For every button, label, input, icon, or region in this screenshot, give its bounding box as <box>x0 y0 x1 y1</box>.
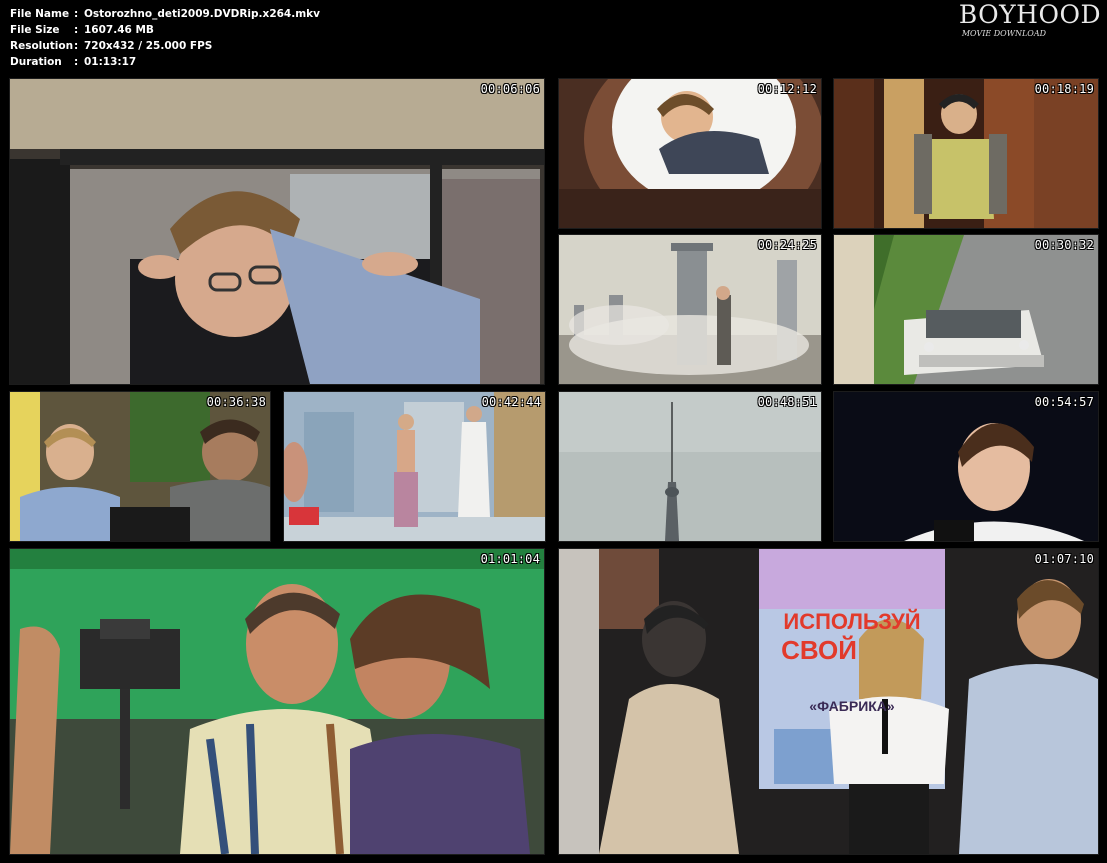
frame-image <box>10 79 544 384</box>
frame-image <box>559 392 821 541</box>
frame-image <box>559 235 821 384</box>
frame-image <box>834 235 1098 384</box>
timestamp: 00:48:51 <box>757 395 817 409</box>
poster-text-line3: «ФАБРИКА» <box>809 698 895 714</box>
timestamp: 00:42:44 <box>481 395 541 409</box>
header: File Name : Ostorozhno_deti2009.DVDRip.x… <box>0 0 1107 74</box>
thumbnail-frame-5[interactable]: 00:30:32 <box>833 234 1099 385</box>
timestamp: 00:06:06 <box>480 82 540 96</box>
frame-image <box>10 549 544 854</box>
poster-text-line2: СВОЙ <box>781 635 857 665</box>
info-value: 1607.46 MB <box>84 24 154 36</box>
logo-main-text: BOYHOOD <box>958 0 1101 29</box>
timestamp: 00:24:25 <box>757 238 817 252</box>
info-row-duration: Duration : 01:13:17 <box>10 54 320 70</box>
info-row-file-name: File Name : Ostorozhno_deti2009.DVDRip.x… <box>10 6 320 22</box>
info-value: Ostorozhno_deti2009.DVDRip.x264.mkv <box>84 8 320 20</box>
thumbnail-frame-1[interactable]: 00:06:06 <box>9 78 545 385</box>
info-label: File Name <box>10 8 70 20</box>
info-label: Resolution <box>10 40 74 52</box>
timestamp: 01:07:10 <box>1034 552 1094 566</box>
info-label: Duration <box>10 56 62 68</box>
thumbnail-frame-4[interactable]: 00:24:25 <box>558 234 822 385</box>
thumbnail-frame-3[interactable]: 00:18:19 <box>833 78 1099 229</box>
logo: BOYHOOD MOVIE DOWNLOAD <box>959 0 1101 38</box>
poster-text-line1: ИСПОЛЬЗУЙ <box>783 609 920 634</box>
timestamp: 00:54:57 <box>1034 395 1094 409</box>
thumbnail-frame-8[interactable]: 00:48:51 <box>558 391 822 542</box>
frame-image: ИСПОЛЬЗУЙ СВОЙ «ФАБРИКА» <box>559 549 1098 854</box>
frame-image <box>10 392 270 541</box>
frame-image <box>284 392 545 541</box>
info-row-resolution: Resolution : 720x432 / 25.000 FPS <box>10 38 320 54</box>
info-value: 720x432 / 25.000 FPS <box>84 40 213 52</box>
info-colon: : <box>74 56 79 68</box>
timestamp: 00:30:32 <box>1034 238 1094 252</box>
timestamp: 00:18:19 <box>1034 82 1094 96</box>
info-value: 01:13:17 <box>84 56 137 68</box>
info-colon: : <box>74 8 79 20</box>
info-colon: : <box>74 24 79 36</box>
frame-image <box>834 392 1098 541</box>
thumbnail-frame-7[interactable]: 00:42:44 <box>283 391 546 542</box>
frame-image <box>559 79 821 228</box>
thumbnail-frame-2[interactable]: 00:12:12 <box>558 78 822 229</box>
info-colon: : <box>74 40 79 52</box>
timestamp: 00:36:38 <box>206 395 266 409</box>
logo-sub-text: MOVIE DOWNLOAD <box>961 29 1047 38</box>
info-label: File Size <box>10 24 60 36</box>
file-info: File Name : Ostorozhno_deti2009.DVDRip.x… <box>10 6 320 70</box>
timestamp: 01:01:04 <box>480 552 540 566</box>
thumbnail-frame-9[interactable]: 00:54:57 <box>833 391 1099 542</box>
thumbnail-frame-10[interactable]: 01:01:04 <box>9 548 545 855</box>
info-row-file-size: File Size : 1607.46 MB <box>10 22 320 38</box>
timestamp: 00:12:12 <box>757 82 817 96</box>
thumbnail-frame-6[interactable]: 00:36:38 <box>9 391 271 542</box>
thumbnail-frame-11[interactable]: ИСПОЛЬЗУЙ СВОЙ «ФАБРИКА» 01:07:10 <box>558 548 1099 855</box>
frame-image <box>834 79 1098 228</box>
